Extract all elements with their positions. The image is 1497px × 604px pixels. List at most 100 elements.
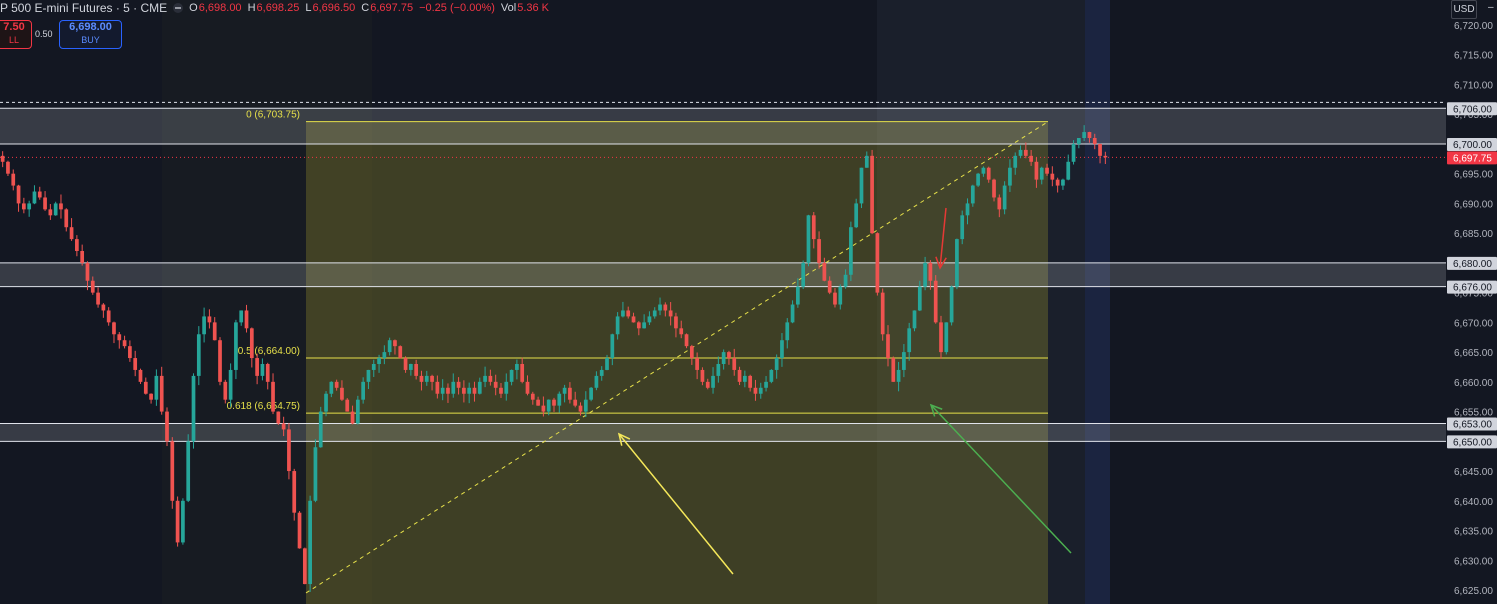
candle-body [249,328,254,359]
candle-body [112,322,116,335]
zone-price-label: 6,653.00 [1453,419,1492,430]
candle-body [292,471,297,513]
candle-body [430,375,434,382]
candle-body [138,369,143,382]
candle-body [933,280,938,323]
candle-body [578,405,583,412]
candle-body [313,447,318,501]
candle-body [462,387,466,394]
candle-body [520,364,525,382]
candle-body [939,322,943,353]
candle-body [27,203,32,210]
candle-body [234,322,238,370]
candle-body [59,203,63,210]
candle-body [1029,155,1033,162]
candle-body [684,334,689,347]
session-background [0,0,1497,604]
candle-body [923,262,927,287]
candle-body [32,191,37,204]
candle-body [69,227,74,240]
price-tick-label: 6,690.00 [1454,199,1493,210]
candle-body [16,185,21,204]
candle-body [366,369,371,382]
zone-box [0,108,1446,144]
price-tick-label: 6,625.00 [1454,586,1493,597]
candle-body [599,369,604,376]
candle-body [393,340,397,347]
price-chart[interactable]: 0 (6,703.75) 0.5 (6,664.00) 0.618 (6,654.7… [0,0,1497,604]
candle-body [1008,167,1012,186]
candle-body [302,548,307,585]
candle-body [689,346,694,359]
candle-body [409,364,413,370]
buy-button[interactable]: 6,698.00 BUY [59,20,122,49]
candle-body [117,334,122,341]
open-label: O [189,2,198,14]
candle-body [75,239,79,251]
candle-body [483,375,487,382]
candle-body [732,358,737,370]
candle-body [970,185,975,204]
close-value: 6,697.75 [370,2,414,14]
candle-body [281,423,286,430]
candle-body [504,381,509,394]
minimize-icon[interactable] [173,3,184,13]
candle-body [849,227,853,275]
candle-body [387,340,392,353]
price-tick-label: 6,640.00 [1454,497,1493,508]
symbol-title[interactable]: P 500 E-mini Futures · 5 · CME [0,1,167,15]
candle-body [355,399,360,424]
candle-body [992,179,996,198]
candle-body [456,381,461,388]
price-tick-label: 6,630.00 [1454,556,1493,567]
candle-body [101,304,106,311]
candle-body [796,286,800,305]
candle-body [239,310,244,323]
candle-body [212,322,217,341]
candle-body [557,393,562,406]
zone-price-label: 6,706.00 [1453,104,1492,115]
candle-body [785,322,790,341]
candle-body [414,364,419,376]
candle-body [1045,167,1049,174]
price-tick-label: 6,645.00 [1454,467,1493,478]
sell-button[interactable]: 7.50 LL [0,20,32,49]
candle-body [1098,143,1102,156]
currency-selector[interactable]: USD [1451,0,1477,19]
candle-body [870,155,874,234]
candle-body [324,393,328,412]
candle-body [37,191,42,198]
candle-body [318,411,323,448]
symbol-header: P 500 E-mini Futures · 5 · CME O 6,698.00… [0,0,549,16]
candle-body [181,500,185,543]
candle-body [928,262,933,281]
candle-body [663,304,668,311]
candle-body [711,375,715,388]
candle-body [80,251,85,263]
buy-price: 6,698.00 [69,21,112,33]
candle-body [817,239,821,263]
candle-body [642,322,646,329]
candle-body [748,375,753,388]
session-shade [1085,0,1110,604]
candle-body [128,346,132,359]
candle-body [159,375,164,412]
candle-body [371,364,376,370]
zone-box [0,262,1446,287]
candle-body [891,358,896,382]
candle-body [440,387,445,394]
candle-body [6,161,10,174]
candle-body [705,381,710,388]
candle-body [1071,143,1076,162]
candle-body [64,209,69,228]
candle-body [106,310,111,323]
candle-body [769,369,774,382]
candle-body [1061,179,1065,186]
close-label: C [361,2,370,14]
candle-body [721,352,726,364]
zone-price-label: 6,650.00 [1453,437,1492,448]
sell-price: 7.50 [3,21,25,33]
candle-body [589,387,593,400]
price-tick-label: 6,635.00 [1454,527,1493,538]
candle-body [260,364,265,376]
